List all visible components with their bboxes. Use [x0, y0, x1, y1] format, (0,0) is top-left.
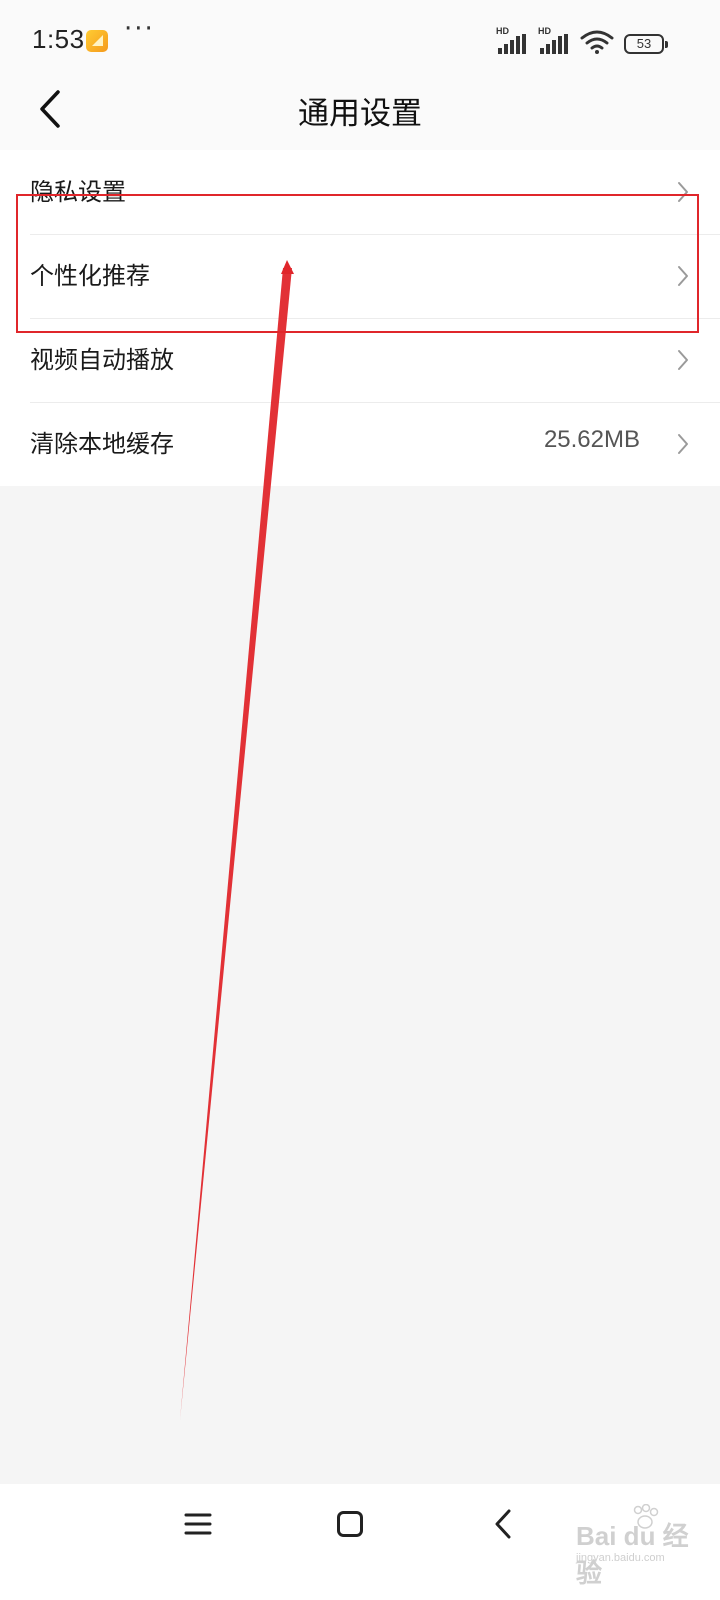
watermark-url: jingyan.baidu.com — [576, 1552, 665, 1564]
signal-icon: HD — [496, 26, 528, 54]
cache-size-value: 25.62MB — [543, 426, 640, 453]
chevron-right-icon — [678, 434, 688, 454]
status-time: 1:53 — [32, 24, 85, 54]
signal-icon: HD — [538, 26, 570, 54]
settings-item-label: 清除本地缓存 — [30, 430, 174, 458]
home-icon[interactable] — [336, 1510, 364, 1538]
status-bar: 1:53 ··· HD HD 53 — [0, 0, 720, 66]
settings-item-label: 视频自动播放 — [30, 346, 174, 374]
gallery-notification-icon — [86, 30, 108, 52]
more-notifications-icon: ··· — [124, 14, 155, 44]
clear-cache-item[interactable]: 清除本地缓存 25.62MB — [0, 402, 720, 486]
back-icon[interactable] — [492, 1508, 514, 1540]
wifi-icon — [580, 30, 614, 54]
annotation-highlight-box — [16, 194, 699, 333]
header: 通用设置 — [0, 66, 720, 150]
menu-icon[interactable] — [184, 1510, 212, 1538]
battery-icon: 53 — [624, 34, 668, 54]
baidu-jingyan-watermark: Bai du 经验 jingyan.baidu.com — [576, 1504, 706, 1588]
chevron-right-icon — [678, 350, 688, 370]
status-icons: HD HD 53 — [496, 26, 668, 54]
page-title: 通用设置 — [298, 96, 422, 132]
